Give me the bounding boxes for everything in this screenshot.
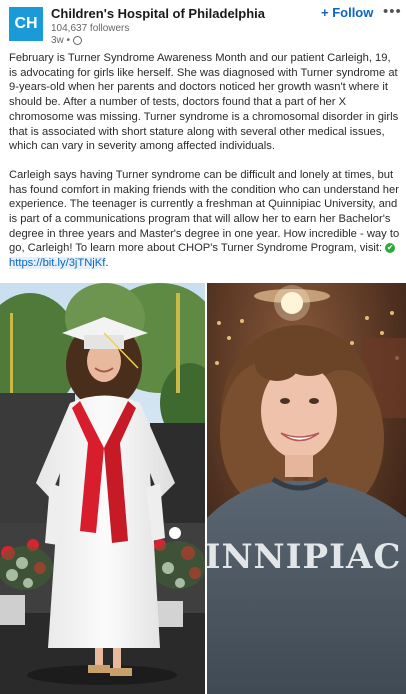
post-link[interactable]: https://bit.ly/3jTNjKf: [9, 257, 106, 270]
portrait-photo-art: INNIPIAC: [207, 283, 406, 694]
post-paragraph-2-text: Carleigh says having Turner syndrome can…: [9, 168, 400, 255]
post-header: CH Children's Hospital of Philadelphia 1…: [0, 0, 406, 50]
post-paragraph-1: February is Turner Syndrome Awareness Mo…: [9, 52, 399, 153]
follow-button[interactable]: + Follow: [321, 5, 373, 20]
post-meta: 3w •: [51, 35, 83, 46]
check-mark-icon: ✔: [385, 243, 396, 254]
graduation-photo[interactable]: [0, 283, 205, 694]
sweatshirt-text: INNIPIAC: [207, 537, 401, 577]
timestamp: 3w •: [51, 35, 71, 46]
graduation-photo-art: [0, 283, 205, 694]
chop-logo[interactable]: CH: [9, 7, 43, 41]
more-options-icon[interactable]: •••: [383, 3, 402, 20]
org-name-link[interactable]: Children's Hospital of Philadelphia: [51, 6, 265, 21]
post-paragraph-2: Carleigh says having Turner syndrome can…: [9, 168, 401, 271]
follower-count: 104,637 followers: [51, 23, 130, 34]
globe-icon: [73, 36, 83, 45]
post-text: February is Turner Syndrome Awareness Mo…: [9, 51, 401, 271]
portrait-photo[interactable]: INNIPIAC: [207, 283, 406, 694]
link-suffix: .: [105, 257, 109, 270]
